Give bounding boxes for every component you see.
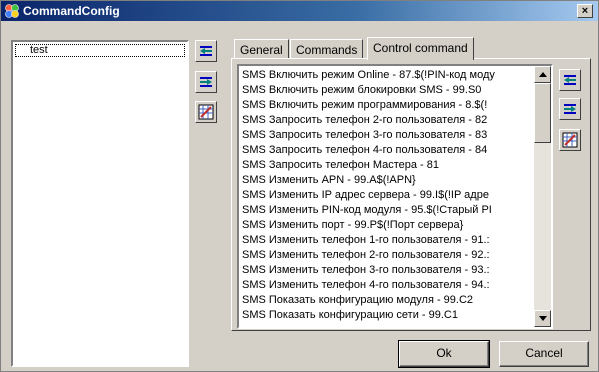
vertical-scrollbar[interactable] <box>534 66 551 327</box>
close-icon: × <box>581 5 589 17</box>
scroll-up-button[interactable] <box>534 66 551 83</box>
command-item[interactable]: SMS Изменить порт - 99.P$(!Порт сервера} <box>242 219 532 232</box>
command-item[interactable]: SMS Изменить телефон 2-го пользователя -… <box>242 249 532 262</box>
scroll-down-button[interactable] <box>534 310 551 327</box>
command-item[interactable]: SMS Изменить PIN-код модуля - 95.$(!Стар… <box>242 204 532 217</box>
move-left-button[interactable] <box>195 40 217 62</box>
app-icon <box>5 4 19 18</box>
command-item[interactable]: SMS Показать конфигурацию сети - 99.C1 <box>242 309 532 322</box>
arrow-down-icon <box>539 316 547 321</box>
command-item[interactable]: SMS Изменить телефон 3-го пользователя -… <box>242 264 532 277</box>
edit-grid-icon <box>562 132 578 148</box>
command-item[interactable]: SMS Запросить телефон Мастера - 81 <box>242 159 532 172</box>
title-bar[interactable]: CommandConfig × <box>1 1 598 21</box>
command-item[interactable]: SMS Изменить телефон 4-го пользователя -… <box>242 279 532 292</box>
move-right-button-2[interactable] <box>559 98 581 120</box>
ok-button[interactable]: Ok <box>398 340 490 368</box>
command-list[interactable]: SMS Включить режим Online - 87.$(!PIN-ко… <box>237 64 553 329</box>
edit-grid-button[interactable] <box>195 101 217 123</box>
command-item[interactable]: SMS Запросить телефон 3-го пользователя … <box>242 129 532 142</box>
config-list[interactable]: test <box>11 40 189 367</box>
command-config-window: CommandConfig × test General Commands Co… <box>0 0 599 372</box>
tab-general[interactable]: General <box>234 39 289 59</box>
list-item[interactable]: test <box>15 44 185 57</box>
move-right-button[interactable] <box>195 71 217 93</box>
arrow-up-icon <box>539 72 547 77</box>
move-left-icon <box>564 75 576 85</box>
scroll-thumb[interactable] <box>534 83 551 143</box>
edit-grid-icon <box>198 104 214 120</box>
tab-control-command[interactable]: Control command <box>367 37 474 60</box>
command-item[interactable]: SMS Включить режим Online - 87.$(!PIN-ко… <box>242 69 532 82</box>
command-item[interactable]: SMS Изменить APN - 99.A$(!APN} <box>242 174 532 187</box>
cancel-button[interactable]: Cancel <box>499 341 589 367</box>
move-left-button-2[interactable] <box>559 69 581 91</box>
close-button[interactable]: × <box>577 4 593 18</box>
command-item[interactable]: SMS Показать конфигурацию модуля - 99.C2 <box>242 294 532 307</box>
move-right-icon <box>200 77 212 87</box>
command-item[interactable]: SMS Запросить телефон 2-го пользователя … <box>242 114 532 127</box>
command-item[interactable]: SMS Изменить IP адрес сервера - 99.I$(!I… <box>242 189 532 202</box>
window-title: CommandConfig <box>23 4 120 18</box>
command-item[interactable]: SMS Запросить телефон 4-го пользователя … <box>242 144 532 157</box>
command-item[interactable]: SMS Включить режим программирования - 8.… <box>242 99 532 112</box>
move-left-icon <box>200 46 212 56</box>
move-right-icon <box>564 104 576 114</box>
command-item[interactable]: SMS Включить режим блокировки SMS - 99.S… <box>242 84 532 97</box>
command-item[interactable]: SMS Изменить телефон 1-го пользователя -… <box>242 234 532 247</box>
edit-grid-button-2[interactable] <box>559 129 581 151</box>
tab-commands[interactable]: Commands <box>290 39 364 59</box>
